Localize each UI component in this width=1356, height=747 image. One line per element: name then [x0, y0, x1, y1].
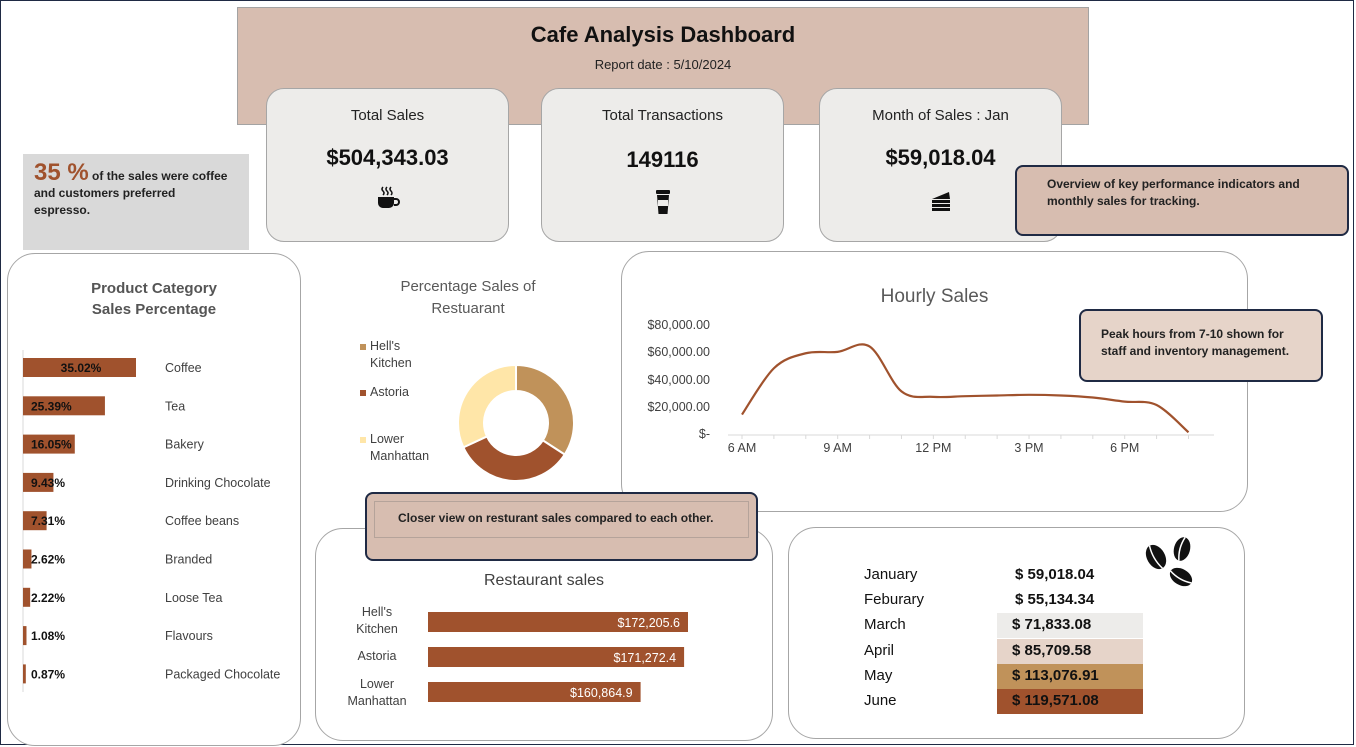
category-data-label: 9.43% — [31, 476, 65, 490]
y-tick-label: $20,000.00 — [647, 399, 710, 414]
kpi-label: Total Transactions — [602, 107, 723, 124]
month-value: $ 71,833.08 — [1012, 616, 1092, 634]
report-date: Report date : 5/10/2024 — [594, 57, 732, 72]
dashboard-title: Cafe Analysis Dashboard — [530, 22, 796, 47]
month-name: March — [864, 616, 906, 634]
legend-swatch — [360, 343, 366, 350]
category-label: Drinking Chocolate — [165, 476, 271, 490]
month-name: April — [864, 641, 895, 659]
legend-swatch — [360, 389, 366, 396]
category-data-label: 2.62% — [31, 553, 65, 567]
category-data-label: 16.05% — [31, 438, 72, 452]
month-value: $ 113,076.91 — [1012, 666, 1099, 684]
donut-slice — [457, 363, 517, 449]
note-line: Overview of key performance indicators a… — [1047, 177, 1300, 191]
category-label: Packaged Chocolate — [165, 667, 280, 681]
category-data-label: 0.87% — [31, 667, 65, 681]
note-line: Closer view on resturant sales compared … — [398, 511, 714, 525]
note-line: Peak hours from 7-10 shown for — [1101, 327, 1284, 341]
coffee-beans-icon — [1142, 532, 1198, 597]
category-label: Bakery — [165, 438, 205, 452]
category-data-label: 35.02% — [61, 361, 102, 375]
category-data-label: 2.22% — [31, 591, 65, 605]
restaurant-comparison-note: Closer view on resturant sales compared … — [365, 492, 758, 561]
note-line: staff and inventory management. — [1101, 344, 1290, 358]
category-data-label: 7.31% — [31, 514, 65, 528]
takeaway-cup-icon — [654, 189, 672, 220]
category-bar — [23, 626, 27, 646]
legend-label: Lower — [370, 432, 405, 446]
category-label: Flavours — [165, 629, 213, 643]
kpi-card-total-transactions: Total Transactions 149116 — [541, 88, 784, 242]
y-tick-label: $- — [698, 427, 710, 441]
month-value: $ 59,018.04 — [1015, 566, 1095, 583]
restaurant-data-label: $172,205.6 — [617, 616, 680, 630]
y-tick-label: $80,000.00 — [647, 318, 710, 332]
month-name: Feburary — [864, 591, 925, 609]
restaurant-category-label: Hell's Kitchen — [356, 605, 398, 636]
restaurant-donut-chart — [457, 363, 575, 482]
legend-label: Hell's — [370, 339, 401, 353]
legend-item-astoria: Astoria — [360, 384, 409, 401]
chart-title-line: Percentage Sales of — [400, 278, 536, 295]
restaurant-percentage-title: Percentage Sales of Restuarant — [375, 276, 561, 320]
category-bar — [23, 664, 26, 684]
legend-swatch — [360, 436, 366, 443]
coffee-cup-icon — [375, 185, 401, 216]
category-label: Tea — [165, 399, 185, 413]
chart-title-line: Restuarant — [431, 300, 505, 317]
restaurant-data-label: $160,864.9 — [570, 686, 633, 700]
y-tick-label: $60,000.00 — [647, 345, 710, 360]
category-data-label: 25.39% — [31, 399, 72, 413]
month-value: $ 55,134.34 — [1015, 591, 1095, 609]
month-name: June — [864, 692, 897, 709]
restaurant-data-label: $171,272.4 — [614, 651, 677, 665]
legend-item-lower-manhattan: Lower Manhattan — [360, 431, 429, 465]
product-category-chart: 35.02% Coffee 25.39% Tea 16.05% Bakery 9.43% Dr… — [22, 350, 280, 692]
category-data-label: 1.08% — [31, 629, 65, 643]
legend-item-hells-kitchen: Hell's Kitchen — [360, 338, 412, 372]
kpi-overview-note: Overview of key performance indicators a… — [1015, 165, 1349, 236]
restaurant-sales-title: Restaurant sales — [483, 572, 605, 589]
category-label: Coffee — [165, 361, 202, 375]
y-tick-label: $40,000.00 — [647, 372, 710, 387]
kpi-value: 149116 — [626, 147, 699, 172]
restaurant-category-label: Lower Manhattan — [347, 677, 407, 708]
kpi-label: Month of Sales : Jan — [872, 107, 1009, 124]
note-inner-box: Closer view on resturant sales compared … — [374, 501, 749, 538]
peak-hours-note: Peak hours from 7-10 shown for staff and… — [1079, 309, 1323, 382]
category-bar — [23, 587, 31, 607]
category-label: Coffee beans — [165, 514, 239, 528]
note-line: monthly sales for tracking. — [1047, 194, 1200, 208]
legend-label: Kitchen — [370, 356, 412, 370]
month-name: January — [864, 566, 918, 583]
restaurant-category-label: Astoria — [357, 649, 397, 663]
legend-label: Manhattan — [370, 449, 430, 463]
month-value: $ 85,709.58 — [1012, 641, 1092, 659]
legend-label: Astoria — [370, 385, 409, 399]
restaurant-sales-bar-chart: $172,205.6 $171,272.4 $160,864.9 — [428, 612, 688, 702]
cake-slice-icon — [929, 189, 953, 218]
category-label: Loose Tea — [165, 591, 223, 605]
month-name: May — [864, 666, 893, 684]
month-value: $ 119,571.08 — [1012, 692, 1099, 709]
category-label: Branded — [165, 553, 212, 567]
